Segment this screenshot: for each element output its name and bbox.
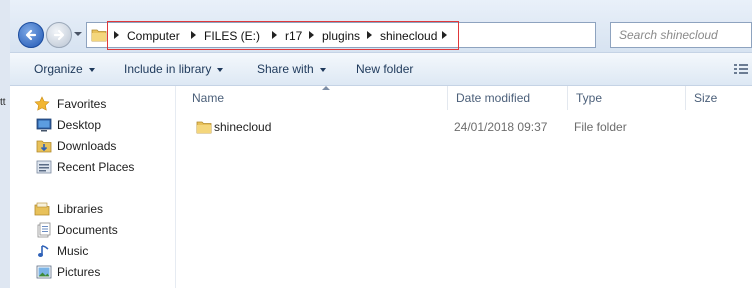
back-button[interactable] <box>18 22 44 48</box>
breadcrumb-r17[interactable]: r17 <box>285 27 302 45</box>
nav-documents-label: Documents <box>57 223 118 237</box>
file-list: Name Date modified Type Size shinecloud … <box>176 86 752 288</box>
navigation-pane: Favorites Desktop Downloads Recent Place… <box>10 86 176 288</box>
share-with-menu[interactable]: Share with <box>257 53 326 85</box>
address-bar-row: Computer FILES (E:) r17 plugins shineclo… <box>10 0 752 53</box>
file-row[interactable]: shinecloud 24/01/2018 09:37 File folder <box>176 116 752 138</box>
nav-pictures-label: Pictures <box>57 265 101 279</box>
folder-icon <box>91 29 107 42</box>
nav-downloads[interactable]: Downloads <box>10 136 175 156</box>
column-header-size[interactable]: Size <box>686 86 752 110</box>
desktop-icon <box>36 118 52 132</box>
breadcrumb-files-drive[interactable]: FILES (E:) <box>204 27 260 45</box>
address-path[interactable]: Computer FILES (E:) r17 plugins shineclo… <box>86 22 679 48</box>
nav-recent-places-label: Recent Places <box>57 160 135 174</box>
nav-favorites[interactable]: Favorites <box>10 94 175 114</box>
recent-pages-dropdown[interactable] <box>74 32 82 36</box>
organize-label: Organize <box>34 62 83 76</box>
chevron-down-icon <box>88 67 95 72</box>
star-icon <box>34 96 50 111</box>
pictures-icon <box>36 265 52 279</box>
arrow-left-icon <box>25 29 37 41</box>
column-header-date-modified-label: Date modified <box>456 91 531 105</box>
column-header-type-label: Type <box>576 91 603 105</box>
nav-libraries[interactable]: Libraries <box>10 199 175 219</box>
nav-music[interactable]: Music <box>10 241 175 261</box>
breadcrumb-separator[interactable] <box>191 31 196 39</box>
new-folder-label: New folder <box>356 62 414 76</box>
nav-music-label: Music <box>57 244 89 258</box>
music-note-icon <box>38 245 49 257</box>
column-header-date-modified[interactable]: Date modified <box>448 86 568 110</box>
include-in-library-menu[interactable]: Include in library <box>124 53 224 85</box>
include-in-library-label: Include in library <box>124 62 212 76</box>
breadcrumb-computer[interactable]: Computer <box>127 27 180 45</box>
nav-libraries-label: Libraries <box>57 202 104 216</box>
new-folder-button[interactable]: New folder <box>356 53 413 85</box>
column-header-name-label: Name <box>192 91 225 105</box>
column-header-type[interactable]: Type <box>568 86 686 110</box>
file-name: shinecloud <box>214 120 272 134</box>
sort-ascending-icon <box>322 86 330 90</box>
arrow-right-icon <box>53 29 65 41</box>
breadcrumb-separator[interactable] <box>114 31 119 39</box>
breadcrumb-separator[interactable] <box>367 31 372 39</box>
chevron-down-icon <box>319 67 326 72</box>
window-edge <box>0 0 10 288</box>
folder-icon <box>196 121 212 134</box>
breadcrumb-separator[interactable] <box>272 31 277 39</box>
nav-documents[interactable]: Documents <box>10 220 175 240</box>
chevron-down-icon <box>217 67 224 72</box>
forward-button[interactable] <box>46 22 72 48</box>
nav-downloads-label: Downloads <box>57 139 117 153</box>
documents-icon <box>37 222 51 238</box>
change-view-icon[interactable] <box>734 64 748 74</box>
command-toolbar: Organize Include in library Share with N… <box>10 53 752 86</box>
search-input[interactable]: Search shinecloud <box>610 22 752 48</box>
file-type: File folder <box>574 120 627 134</box>
libraries-icon <box>34 202 50 216</box>
breadcrumb-plugins[interactable]: plugins <box>322 27 360 45</box>
column-header-size-label: Size <box>694 91 718 105</box>
nav-desktop-label: Desktop <box>57 118 102 132</box>
downloads-folder-icon <box>36 140 52 153</box>
nav-favorites-label: Favorites <box>57 97 107 111</box>
breadcrumb-shinecloud[interactable]: shinecloud <box>380 27 437 45</box>
window-edge-text: tt <box>0 97 6 108</box>
recent-places-icon <box>36 160 52 174</box>
share-with-label: Share with <box>257 62 314 76</box>
nav-recent-places[interactable]: Recent Places <box>10 157 175 177</box>
nav-desktop[interactable]: Desktop <box>10 115 175 135</box>
breadcrumb-separator[interactable] <box>442 31 447 39</box>
organize-menu[interactable]: Organize <box>34 53 95 85</box>
file-date-modified: 24/01/2018 09:37 <box>454 120 548 134</box>
nav-pictures[interactable]: Pictures <box>10 262 175 282</box>
column-header-name[interactable]: Name <box>184 86 448 110</box>
breadcrumb-separator[interactable] <box>309 31 314 39</box>
